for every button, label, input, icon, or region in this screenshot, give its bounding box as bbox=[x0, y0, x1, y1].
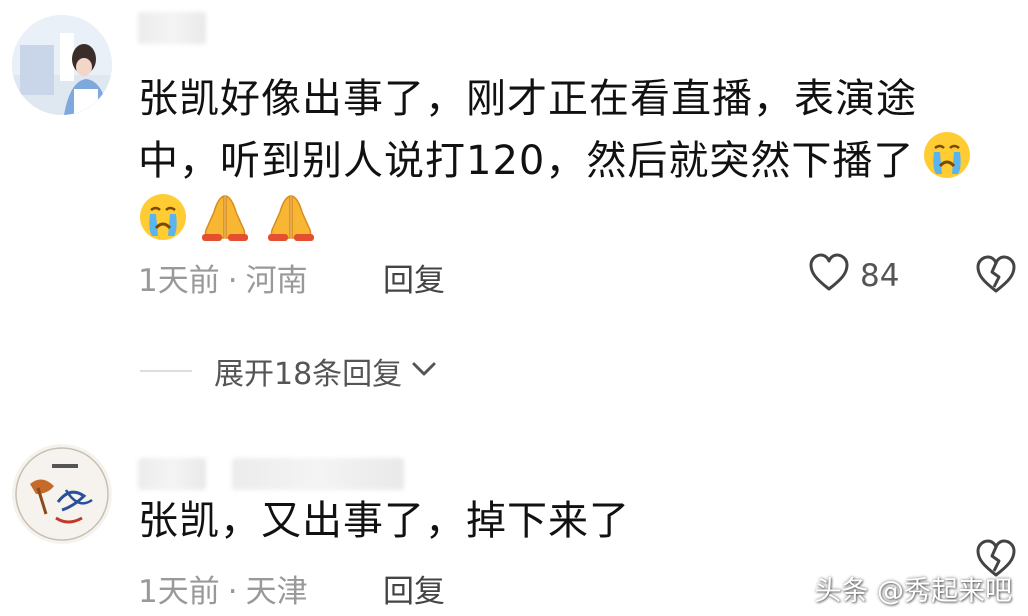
user-photo-avatar-image bbox=[12, 15, 112, 115]
username-blurred[interactable] bbox=[232, 458, 404, 490]
comment-meta: 1天前 · 河南 bbox=[138, 255, 308, 300]
expand-replies-button[interactable]: 展开18条回复 bbox=[140, 345, 438, 397]
avatar[interactable] bbox=[12, 444, 112, 544]
dislike-broken-heart-icon[interactable] bbox=[975, 254, 1017, 298]
folded-hands-emoji bbox=[262, 192, 320, 242]
reply-button[interactable]: 回复 bbox=[383, 566, 445, 611]
heart-icon[interactable] bbox=[808, 252, 850, 300]
comment-location: 河南 bbox=[245, 263, 308, 299]
comment-location: 天津 bbox=[245, 574, 308, 610]
username-blurred[interactable] bbox=[138, 458, 206, 490]
comment-line: 中，听到别人说打120，然后就突然下播了 bbox=[138, 138, 915, 184]
calligraphy-logo-avatar-image bbox=[12, 444, 112, 544]
avatar[interactable] bbox=[12, 15, 112, 115]
meta-separator: · bbox=[227, 574, 238, 610]
comment-line: 张凯，又出事了，掉下来了 bbox=[138, 498, 630, 544]
comment-time: 1天前 bbox=[138, 574, 220, 610]
crying-face-emoji bbox=[138, 192, 188, 242]
folded-hands-emoji bbox=[196, 192, 254, 242]
expand-replies-label[interactable]: 展开18条回复 bbox=[214, 349, 402, 393]
comment-meta: 1天前 · 天津 bbox=[138, 566, 308, 611]
comment-text: 张凯，又出事了，掉下来了 bbox=[138, 490, 630, 552]
crying-face-emoji bbox=[922, 130, 972, 180]
divider bbox=[140, 370, 192, 372]
comment-time: 1天前 bbox=[138, 263, 220, 299]
meta-separator: · bbox=[227, 263, 238, 299]
watermark: 头条 @秀起来吧 bbox=[814, 576, 1012, 607]
comment-section: 张凯好像出事了，刚才正在看直播，表演途 中，听到别人说打120，然后就突然下播了 bbox=[0, 0, 1028, 616]
comment-text: 张凯好像出事了，刚才正在看直播，表演途 中，听到别人说打120，然后就突然下播了 bbox=[138, 68, 980, 254]
like-count: 84 bbox=[860, 258, 900, 294]
chevron-down-icon[interactable] bbox=[410, 359, 438, 383]
comment-line: 张凯好像出事了，刚才正在看直播，表演途 bbox=[138, 76, 917, 122]
like-button[interactable]: 84 bbox=[808, 252, 899, 300]
username-blurred[interactable] bbox=[138, 12, 206, 44]
reply-button[interactable]: 回复 bbox=[383, 255, 445, 300]
